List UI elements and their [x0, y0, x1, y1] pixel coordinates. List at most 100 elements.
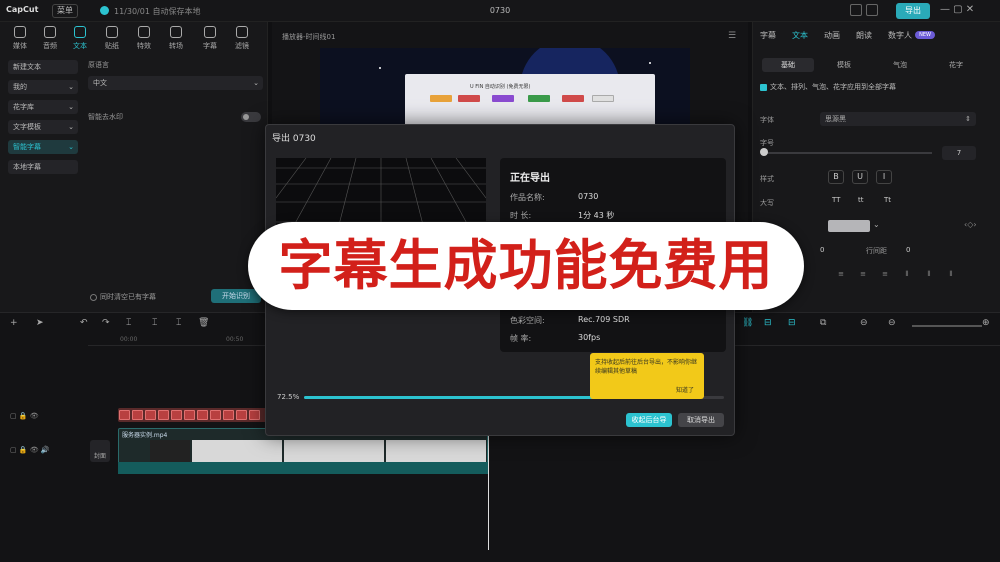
tab-animation[interactable]: 动画	[824, 30, 840, 41]
subtitle-clip[interactable]	[197, 410, 208, 420]
nav-mine[interactable]: 我的 ⌄	[8, 80, 78, 94]
zoom-slider[interactable]	[912, 325, 982, 327]
doc-button	[492, 95, 514, 102]
underline-button[interactable]: U	[852, 170, 868, 184]
split-icon[interactable]: ⌶	[126, 318, 131, 328]
zoom-fit-icon[interactable]: ⊖	[860, 318, 868, 328]
subtitle-clip[interactable]	[158, 410, 169, 420]
align-left-icon[interactable]: ≡	[834, 270, 848, 280]
info-key-colorspace: 色彩空间:	[510, 316, 545, 325]
size-input[interactable]: 7	[942, 146, 976, 160]
zoom-in-icon[interactable]: ⊕	[982, 318, 990, 328]
italic-button[interactable]: I	[876, 170, 892, 184]
menu-button[interactable]: 菜单	[52, 4, 78, 18]
player-title: 播放器-时间线01	[282, 33, 336, 41]
font-select[interactable]: 思源黑 ⇕	[820, 112, 976, 126]
select-tool-icon[interactable]: ➤	[36, 318, 44, 328]
track-controls-video[interactable]: ▢ 🔒 👁 🔊	[10, 446, 50, 454]
window-buttons[interactable]: — ▢ ✕	[940, 4, 974, 15]
cover-button[interactable]: 封面	[90, 440, 110, 462]
nav-local-subtitle[interactable]: 本地字幕	[8, 160, 78, 174]
background-export-button[interactable]: 收起后台导	[626, 413, 672, 427]
chevron-down-icon[interactable]: ⌄	[873, 220, 880, 229]
tool-media[interactable]: 媒体	[6, 26, 34, 51]
delete-icon[interactable]: 🗑	[198, 318, 209, 328]
magnet-icon[interactable]: ⊟	[764, 318, 772, 328]
tool-subtitle[interactable]: 字幕	[196, 26, 224, 51]
align-right-icon[interactable]: ≡	[878, 270, 892, 280]
redo-icon[interactable]: ↷	[102, 318, 110, 328]
tab-text[interactable]: 文本	[792, 30, 808, 41]
spacing-value-1[interactable]: 0	[820, 246, 824, 254]
info-key-name: 作品名称:	[510, 193, 545, 202]
add-track-icon[interactable]: +	[10, 318, 18, 328]
clear-existing-option[interactable]: 同时清空已有字幕	[90, 292, 156, 302]
audio-waveform	[118, 462, 488, 474]
left-content: 原语言 中文 ⌄ 智能去水印	[88, 60, 263, 124]
link-icon[interactable]: ⛓	[742, 318, 753, 328]
tool-filter[interactable]: 滤镜	[228, 26, 256, 51]
subtitle-clip[interactable]	[184, 410, 195, 420]
subtitle-clip[interactable]	[236, 410, 247, 420]
tool-audio[interactable]: 音频	[36, 26, 64, 51]
chevron-down-icon: ⌄	[68, 103, 74, 111]
chevron-updown-icon: ⇕	[965, 115, 971, 123]
align-top-icon[interactable]: ⫴	[900, 270, 914, 280]
export-button[interactable]: 导出	[896, 3, 930, 19]
titlecase-button[interactable]: Tt	[884, 196, 891, 204]
subtitle-clip[interactable]	[132, 410, 143, 420]
align-center-icon[interactable]: ≡	[856, 270, 870, 280]
align-middle-icon[interactable]: ⫴	[922, 270, 936, 280]
subtitle-clip[interactable]	[210, 410, 221, 420]
nav-flower-text[interactable]: 花字库 ⌄	[8, 100, 78, 114]
subtab-template[interactable]: 模板	[818, 58, 870, 72]
info-value-duration: 1分 43 秒	[578, 211, 615, 220]
tab-read-aloud[interactable]: 朗读	[856, 30, 872, 41]
snap-icon[interactable]: ⊟	[788, 318, 796, 328]
subtitle-clip[interactable]	[145, 410, 156, 420]
chevron-down-icon: ⌄	[68, 143, 74, 151]
bilingual-toggle[interactable]	[241, 112, 261, 122]
autosave-icon	[100, 6, 109, 15]
lang-select[interactable]: 中文 ⌄	[88, 76, 263, 90]
nav-new-text[interactable]: 新建文本	[8, 60, 78, 74]
bold-button[interactable]: B	[828, 170, 844, 184]
spacing-value-2[interactable]: 0	[906, 246, 910, 254]
size-slider[interactable]	[762, 152, 932, 154]
tooltip-ok-button[interactable]: 知道了	[676, 385, 694, 394]
color-swatch[interactable]	[828, 220, 870, 232]
tab-digital-human[interactable]: 数字人	[888, 30, 912, 41]
preview-axis-icon[interactable]: ⧉	[820, 318, 826, 328]
chevron-down-icon: ⌄	[68, 123, 74, 131]
subtitle-clip[interactable]	[119, 410, 130, 420]
cancel-export-button[interactable]: 取消导出	[678, 413, 724, 427]
nav-smart-subtitle[interactable]: 智能字幕 ⌄	[8, 140, 78, 154]
tool-text[interactable]: 文本	[66, 26, 94, 51]
tab-subtitle[interactable]: 字幕	[760, 30, 776, 41]
size-slider-knob[interactable]	[760, 148, 768, 156]
subtab-flower[interactable]: 花字	[930, 58, 982, 72]
doc-button	[562, 95, 584, 102]
tool-sticker[interactable]: 贴纸	[98, 26, 126, 51]
tool-transition[interactable]: 转场	[162, 26, 190, 51]
subtitle-clip[interactable]	[223, 410, 234, 420]
subtab-bubble[interactable]: 气泡	[874, 58, 926, 72]
player-menu-icon[interactable]: ☰	[728, 31, 736, 41]
tool-effects[interactable]: 特效	[130, 26, 158, 51]
layout-icon[interactable]	[850, 4, 862, 16]
keyframe-icon[interactable]: ‹◇›	[964, 220, 977, 229]
subtitle-clip[interactable]	[171, 410, 182, 420]
apply-all-option[interactable]: 文本、排列、气泡、花字应用到全部字幕	[760, 82, 896, 92]
track-controls-subtitle[interactable]: ▢ 🔒 👁	[10, 412, 39, 420]
split-left-icon[interactable]: ⌶	[152, 318, 157, 328]
lowercase-button[interactable]: tt	[858, 196, 864, 204]
shortcut-icon[interactable]	[866, 4, 878, 16]
split-right-icon[interactable]: ⌶	[176, 318, 181, 328]
align-bottom-icon[interactable]: ⫴	[944, 270, 958, 280]
undo-icon[interactable]: ↶	[80, 318, 88, 328]
subtitle-clip[interactable]	[249, 410, 260, 420]
nav-text-template[interactable]: 文字模板 ⌄	[8, 120, 78, 134]
subtab-basic[interactable]: 基础	[762, 58, 814, 72]
zoom-out-icon[interactable]: ⊖	[888, 318, 896, 328]
uppercase-button[interactable]: TT	[832, 196, 840, 204]
